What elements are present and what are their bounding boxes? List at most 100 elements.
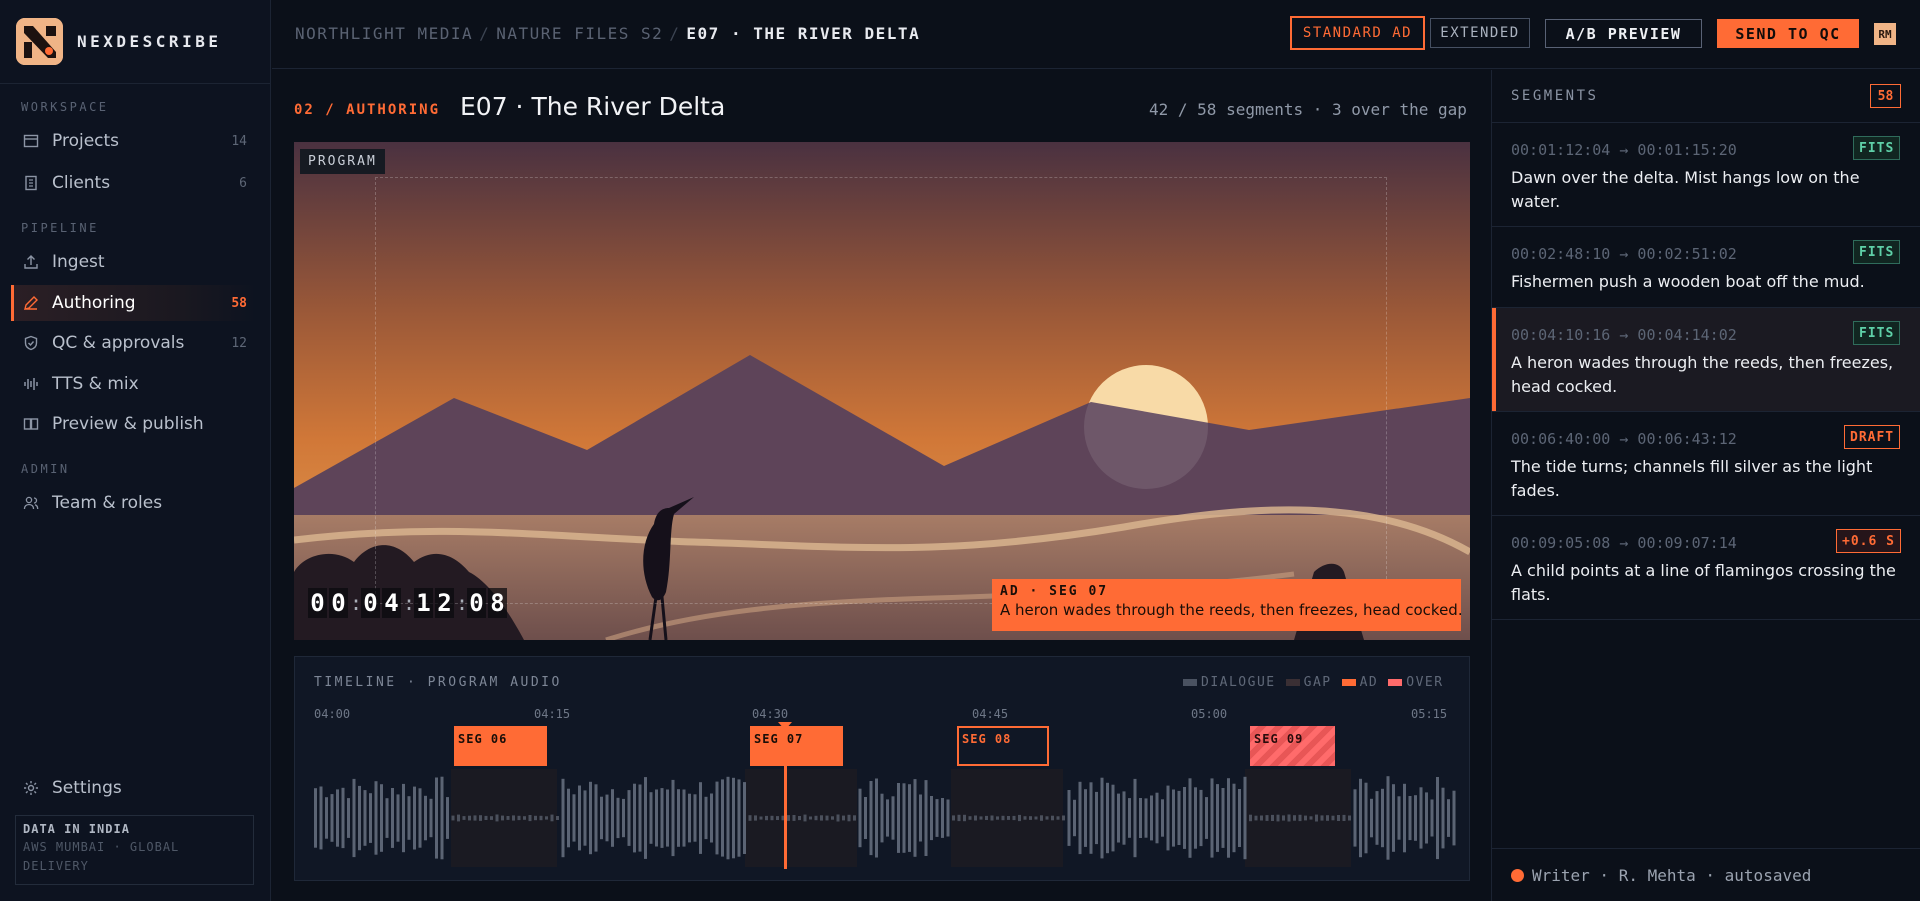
program-monitor[interactable]: PROGRAM 00:04:12:08 AD · SEG 07 A heron … xyxy=(294,142,1470,640)
sidebar-item-qc-approvals[interactable]: QC & approvals 12 xyxy=(11,325,255,361)
segment-card-active[interactable]: 00:04:10:16 → 00:04:14:02 FITS A heron w… xyxy=(1492,307,1920,411)
ad-caption-header: AD · SEG 07 xyxy=(1000,584,1109,599)
waveform-bar xyxy=(556,816,559,820)
waveform-bar xyxy=(572,794,576,842)
waveform-bar xyxy=(1067,790,1071,846)
waveform-bar xyxy=(715,781,719,855)
audio-waveform-icon xyxy=(23,376,39,392)
ab-preview-button[interactable]: A/B PREVIEW xyxy=(1545,19,1702,48)
waveform-bar xyxy=(831,816,834,820)
timeline-segment-08[interactable]: SEG 08 xyxy=(957,726,1049,766)
timeline-segment-06[interactable]: SEG 06 xyxy=(454,726,547,766)
send-to-qc-button[interactable]: SEND TO QC xyxy=(1717,19,1859,48)
waveform-bar xyxy=(1183,787,1186,849)
waveform-bar xyxy=(688,793,691,843)
waveform-bar xyxy=(440,776,444,860)
waveform-bar xyxy=(1271,814,1274,821)
sidebar-item-tts-mix[interactable]: TTS & mix xyxy=(11,366,255,402)
waveform-bar xyxy=(1034,816,1038,820)
waveform-bar xyxy=(1040,815,1043,821)
data-residency-line2: DELIVERY xyxy=(23,859,89,873)
sidebar-item-label: Authoring xyxy=(52,293,136,313)
waveform-bar xyxy=(754,815,757,821)
sidebar-item-projects[interactable]: Projects 14 xyxy=(11,123,255,159)
segment-card[interactable]: 00:06:40:00 → 00:06:43:12 DRAFT The tide… xyxy=(1492,411,1920,515)
segment-timecode: 00:02:48:10 → 00:02:51:02 xyxy=(1511,245,1737,263)
segment-card[interactable]: 00:09:05:08 → 00:09:07:14 +0.6 S A child… xyxy=(1492,515,1920,620)
sidebar-item-clients[interactable]: Clients 6 xyxy=(11,165,255,201)
waveform-bar xyxy=(721,779,724,857)
sidebar-item-count: 58 xyxy=(231,295,247,311)
waveform-bar xyxy=(880,793,884,843)
sidebar-item-team-roles[interactable]: Team & roles xyxy=(11,485,255,521)
waveform-bar xyxy=(1078,781,1082,855)
audio-waveform[interactable] xyxy=(295,769,1471,867)
sidebar-item-count: 12 xyxy=(231,335,247,351)
playhead-handle-icon[interactable] xyxy=(778,722,792,730)
segment-text: The tide turns; channels fill silver as … xyxy=(1511,457,1873,500)
waveform-bar xyxy=(385,798,389,838)
waveform-bar xyxy=(919,794,922,842)
waveform-bar xyxy=(1155,792,1159,844)
waveform-bar xyxy=(1062,815,1065,821)
waveform-bar xyxy=(847,814,851,822)
autosave-status-dot xyxy=(1511,868,1524,882)
waveform-bar xyxy=(660,788,664,848)
sidebar-item-count: 6 xyxy=(239,175,247,191)
extended-ad-toggle[interactable]: EXTENDED xyxy=(1430,18,1530,48)
waveform-bar xyxy=(820,815,823,821)
sidebar-item-authoring[interactable]: Authoring 58 xyxy=(11,285,255,321)
segment-status-badge: FITS xyxy=(1853,136,1901,160)
sidebar-item-settings[interactable]: Settings xyxy=(11,770,255,806)
segment-card[interactable]: 00:02:48:10 → 00:02:51:02 FITS Fishermen… xyxy=(1492,226,1920,307)
timeline-title: TIMELINE · PROGRAM AUDIO xyxy=(314,675,562,690)
waveform-bar xyxy=(1370,798,1373,838)
data-residency-line1: AWS MUMBAI · GLOBAL xyxy=(23,840,180,854)
sidebar-item-ingest[interactable]: Ingest xyxy=(11,244,255,280)
waveform-bar xyxy=(1320,815,1324,821)
waveform-bar xyxy=(638,784,642,852)
brand-logo-icon[interactable] xyxy=(16,18,63,65)
waveform-bar xyxy=(319,786,323,850)
breadcrumb-series[interactable]: NATURE FILES S2 xyxy=(496,24,663,43)
waveform-bar xyxy=(1007,816,1010,820)
waveform-bar xyxy=(1381,788,1384,848)
waveform-bar xyxy=(913,779,917,857)
waveform-bar xyxy=(710,793,713,843)
waveform-bar xyxy=(578,785,581,851)
waveform-bar xyxy=(902,783,906,853)
segment-status-badge: FITS xyxy=(1853,321,1901,345)
data-residency-title: DATA IN INDIA xyxy=(23,822,130,836)
waveform-bar xyxy=(1232,783,1236,853)
waveform-bar xyxy=(1276,814,1280,822)
standard-ad-toggle[interactable]: STANDARD AD xyxy=(1290,16,1425,50)
legend-label: DIALOGUE xyxy=(1201,675,1276,690)
waveform-bar xyxy=(924,780,928,856)
waveform-bar xyxy=(534,815,537,821)
breadcrumb-separator: / xyxy=(669,24,681,43)
pen-icon xyxy=(23,295,39,311)
segment-text: A heron wades through the reeds, then fr… xyxy=(1511,353,1894,396)
waveform-bar xyxy=(869,781,873,856)
waveform-bar xyxy=(985,815,988,820)
waveform-bar xyxy=(732,777,735,859)
nav-section-pipeline: PIPELINE xyxy=(21,221,99,235)
timeline-segment-09-over[interactable]: SEG 09 xyxy=(1250,726,1335,766)
ad-caption-overlay[interactable]: AD · SEG 07 A heron wades through the re… xyxy=(992,579,1463,631)
waveform-bar xyxy=(347,798,350,838)
breadcrumb-client[interactable]: NORTHLIGHT MEDIA xyxy=(295,24,473,43)
sidebar-item-preview-publish[interactable]: Preview & publish xyxy=(11,406,255,442)
waveform-bar xyxy=(908,784,911,852)
sidebar-item-label: Projects xyxy=(52,131,120,151)
breadcrumb: NORTHLIGHT MEDIA / NATURE FILES S2 / E07 · T… xyxy=(295,24,920,43)
waveform-bar xyxy=(1117,793,1120,843)
waveform-bar xyxy=(1128,798,1131,838)
waveform-bar xyxy=(655,789,658,847)
timeline-segment-07[interactable]: SEG 07 xyxy=(750,726,843,766)
segment-card[interactable]: 00:01:12:04 → 00:01:15:20 FITS Dawn over… xyxy=(1492,122,1920,226)
waveform-bar xyxy=(737,779,741,857)
waveform-bar xyxy=(446,797,449,839)
avatar[interactable]: RM xyxy=(1874,23,1896,45)
author-status-text: Writer · R. Mehta · autosaved xyxy=(1532,865,1812,885)
playhead[interactable] xyxy=(784,722,787,869)
